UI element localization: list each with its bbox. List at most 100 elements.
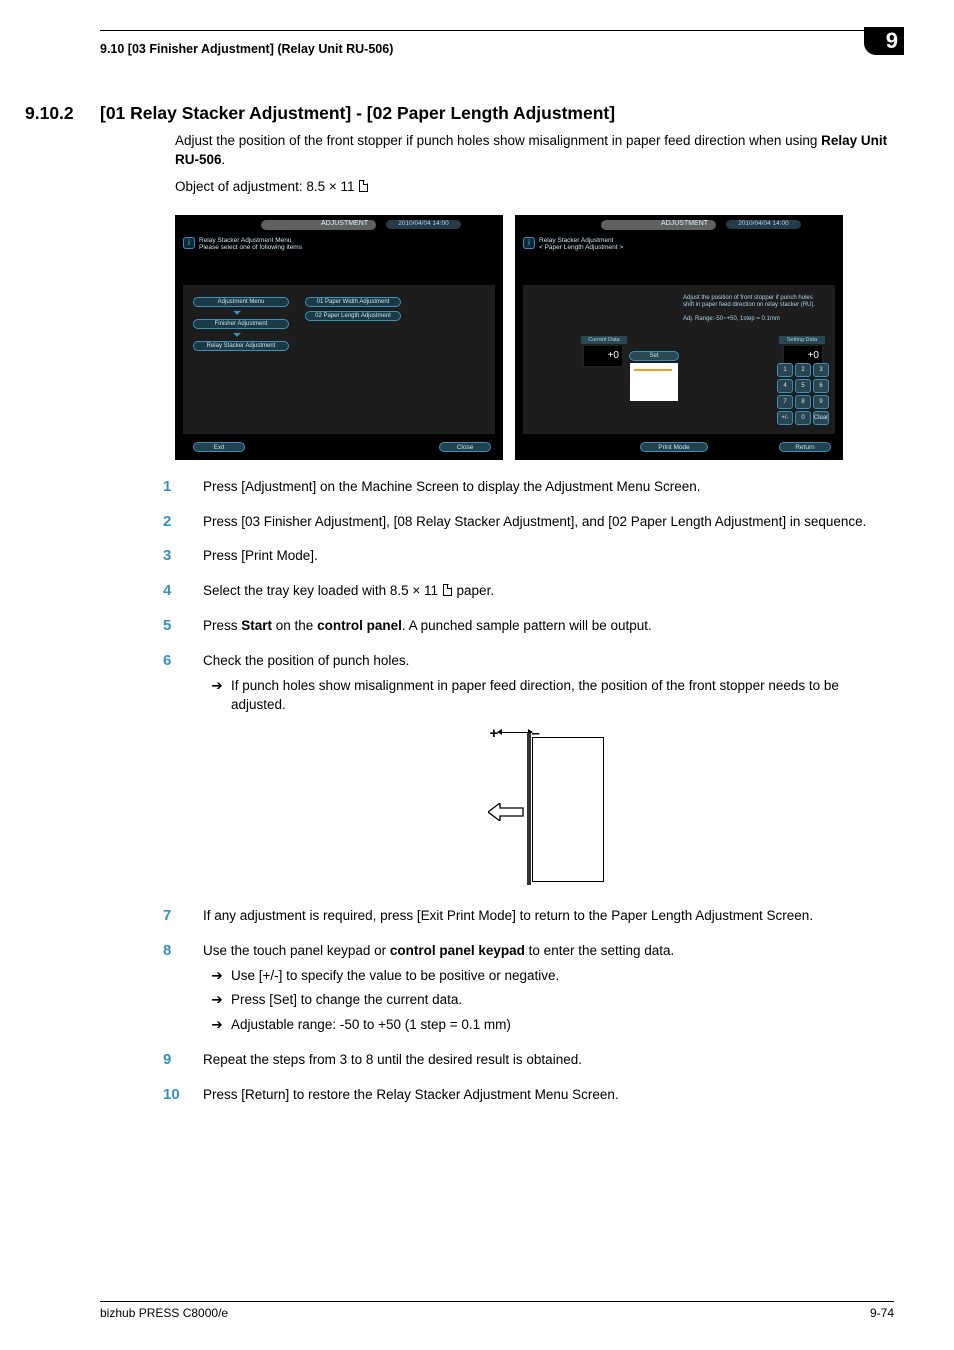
intro-paragraph: Adjust the position of the front stopper… bbox=[175, 132, 894, 170]
step5-bold1: Start bbox=[241, 618, 272, 633]
arrow-right-icon: ➔ bbox=[203, 677, 231, 715]
key-3[interactable]: 3 bbox=[813, 363, 829, 377]
paper-rect bbox=[532, 737, 604, 882]
return-button[interactable]: Return bbox=[779, 442, 831, 452]
menu-finisher-adjustment[interactable]: Finisher Adjustment bbox=[193, 319, 289, 329]
step6-substep: ➔ If punch holes show misalignment in pa… bbox=[203, 677, 894, 715]
paper-portrait-icon bbox=[359, 180, 368, 192]
key-6[interactable]: 6 bbox=[813, 379, 829, 393]
key-plusminus[interactable]: +/- bbox=[777, 411, 793, 425]
screen-title-text: Relay Stacker Adjustment Menu Please sel… bbox=[199, 237, 302, 251]
adj-range-text: Adj. Range:-50~+50, 1step = 0.1mm bbox=[683, 316, 831, 323]
object-text: Object of adjustment: 8.5 × 11 bbox=[175, 179, 358, 194]
screenshot-adjustment-screen: ADJUSTMENT 2010/04/04 14:00 i Relay Stac… bbox=[515, 215, 843, 460]
screen-title-row: i Relay Stacker Adjustment < Paper Lengt… bbox=[523, 237, 623, 251]
key-8[interactable]: 8 bbox=[795, 395, 811, 409]
screen-topbar: ADJUSTMENT 2010/04/04 14:00 bbox=[181, 219, 497, 231]
step-number: 1 bbox=[163, 478, 203, 497]
step-number: 7 bbox=[163, 907, 203, 926]
screen-topbar: ADJUSTMENT 2010/04/04 14:00 bbox=[521, 219, 837, 231]
menu-paper-length-adjustment[interactable]: 02 Paper Length Adjustment bbox=[305, 311, 401, 321]
help-line1: Adjust the position of front stopper if … bbox=[683, 295, 831, 302]
step5-post: . A punched sample pattern will be outpu… bbox=[402, 618, 652, 633]
step-text: Select the tray key loaded with 8.5 × 11… bbox=[203, 582, 894, 601]
step-1: 1 Press [Adjustment] on the Machine Scre… bbox=[100, 478, 894, 497]
page-header: 9.10 [03 Finisher Adjustment] (Relay Uni… bbox=[100, 30, 894, 63]
step-4: 4 Select the tray key loaded with 8.5 × … bbox=[100, 582, 894, 601]
intro-text: Adjust the position of the front stopper… bbox=[175, 133, 821, 148]
section-number: 9.10.2 bbox=[25, 103, 100, 124]
step-number: 8 bbox=[163, 942, 203, 1036]
key-9[interactable]: 9 bbox=[813, 395, 829, 409]
screen-title-line1: Relay Stacker Adjustment bbox=[539, 237, 623, 244]
step-8: 8 Use the touch panel keypad or control … bbox=[100, 942, 894, 1036]
substep-text: Use [+/-] to specify the value to be pos… bbox=[231, 967, 894, 986]
print-mode-button[interactable]: Print Mode bbox=[640, 442, 708, 452]
intro-end: . bbox=[222, 152, 226, 167]
chapter-number-badge: 9 bbox=[864, 27, 904, 55]
step8-pre: Use the touch panel keypad or bbox=[203, 943, 390, 958]
screen-title-line1: Relay Stacker Adjustment Menu bbox=[199, 237, 302, 244]
info-icon: i bbox=[183, 237, 195, 249]
top-datetime: 2010/04/04 14:00 bbox=[726, 220, 801, 229]
step-5: 5 Press Start on the control panel. A pu… bbox=[100, 617, 894, 636]
step8-sub2: ➔Press [Set] to change the current data. bbox=[203, 991, 894, 1010]
screen-title-line2: < Paper Length Adjustment > bbox=[539, 244, 623, 251]
key-1[interactable]: 1 bbox=[777, 363, 793, 377]
step-text: Press [03 Finisher Adjustment], [08 Rela… bbox=[203, 513, 894, 532]
step-2: 2 Press [03 Finisher Adjustment], [08 Re… bbox=[100, 513, 894, 532]
menu-relay-stacker-adjustment[interactable]: Relay Stacker Adjustment bbox=[193, 341, 289, 351]
current-data-label: Current Data bbox=[581, 336, 627, 344]
step-number: 3 bbox=[163, 547, 203, 566]
ui-screenshots-row: ADJUSTMENT 2010/04/04 14:00 i Relay Stac… bbox=[175, 215, 894, 460]
screen-title-text: Relay Stacker Adjustment < Paper Length … bbox=[539, 237, 623, 251]
double-arrow-icon bbox=[502, 732, 528, 733]
chevron-down-icon: ▾ bbox=[233, 308, 241, 317]
step-text: Repeat the steps from 3 to 8 until the d… bbox=[203, 1051, 894, 1070]
step-text: Use the touch panel keypad or control pa… bbox=[203, 942, 894, 1036]
step-text: Press [Print Mode]. bbox=[203, 547, 894, 566]
step-3: 3 Press [Print Mode]. bbox=[100, 547, 894, 566]
menu-adjustment[interactable]: Adjustment Menu bbox=[193, 297, 289, 307]
step8-bold: control panel keypad bbox=[390, 943, 525, 958]
top-tab-label: ADJUSTMENT bbox=[661, 220, 708, 227]
current-data-value: +0 bbox=[583, 345, 623, 367]
key-0[interactable]: 0 bbox=[795, 411, 811, 425]
key-clear[interactable]: Clear bbox=[813, 411, 829, 425]
close-button[interactable]: Close bbox=[439, 442, 491, 452]
key-2[interactable]: 2 bbox=[795, 363, 811, 377]
step8-sub1: ➔Use [+/-] to specify the value to be po… bbox=[203, 967, 894, 986]
step-number: 4 bbox=[163, 582, 203, 601]
top-datetime: 2010/04/04 14:00 bbox=[386, 220, 461, 229]
key-4[interactable]: 4 bbox=[777, 379, 793, 393]
substep-text: If punch holes show misalignment in pape… bbox=[231, 677, 894, 715]
step-6: 6 Check the position of punch holes. ➔ I… bbox=[100, 652, 894, 891]
section-heading: 9.10.2 [01 Relay Stacker Adjustment] - [… bbox=[100, 103, 894, 124]
step6-text: Check the position of punch holes. bbox=[203, 653, 409, 668]
top-tab-label: ADJUSTMENT bbox=[321, 220, 368, 227]
menu-paper-width-adjustment[interactable]: 01 Paper Width Adjustment bbox=[305, 297, 401, 307]
setting-data-label: Setting Data bbox=[779, 336, 825, 344]
step-text: Press Start on the control panel. A punc… bbox=[203, 617, 894, 636]
step4-pre: Select the tray key loaded with 8.5 × 11 bbox=[203, 583, 442, 598]
step-text: Check the position of punch holes. ➔ If … bbox=[203, 652, 894, 891]
adjustment-graph bbox=[630, 363, 678, 401]
step-number: 2 bbox=[163, 513, 203, 532]
step-text: Press [Return] to restore the Relay Stac… bbox=[203, 1086, 894, 1105]
key-5[interactable]: 5 bbox=[795, 379, 811, 393]
step8-sub3: ➔Adjustable range: -50 to +50 (1 step = … bbox=[203, 1016, 894, 1035]
step-number: 10 bbox=[163, 1086, 203, 1105]
page-footer: bizhub PRESS C8000/e 9-74 bbox=[100, 1301, 894, 1320]
step-10: 10 Press [Return] to restore the Relay S… bbox=[100, 1086, 894, 1105]
graph-line bbox=[634, 369, 672, 371]
exit-button[interactable]: Exit bbox=[193, 442, 245, 452]
step5-mid: on the bbox=[272, 618, 317, 633]
numeric-keypad: 1 2 3 4 5 6 7 8 9 +/- 0 Clear bbox=[777, 363, 829, 425]
footer-product: bizhub PRESS C8000/e bbox=[100, 1306, 228, 1320]
step-7: 7 If any adjustment is required, press [… bbox=[100, 907, 894, 926]
help-text: Adjust the position of front stopper if … bbox=[683, 295, 831, 324]
set-button[interactable]: Set bbox=[629, 351, 679, 361]
key-7[interactable]: 7 bbox=[777, 395, 793, 409]
step-number: 9 bbox=[163, 1051, 203, 1070]
arrow-right-icon: ➔ bbox=[203, 967, 231, 986]
